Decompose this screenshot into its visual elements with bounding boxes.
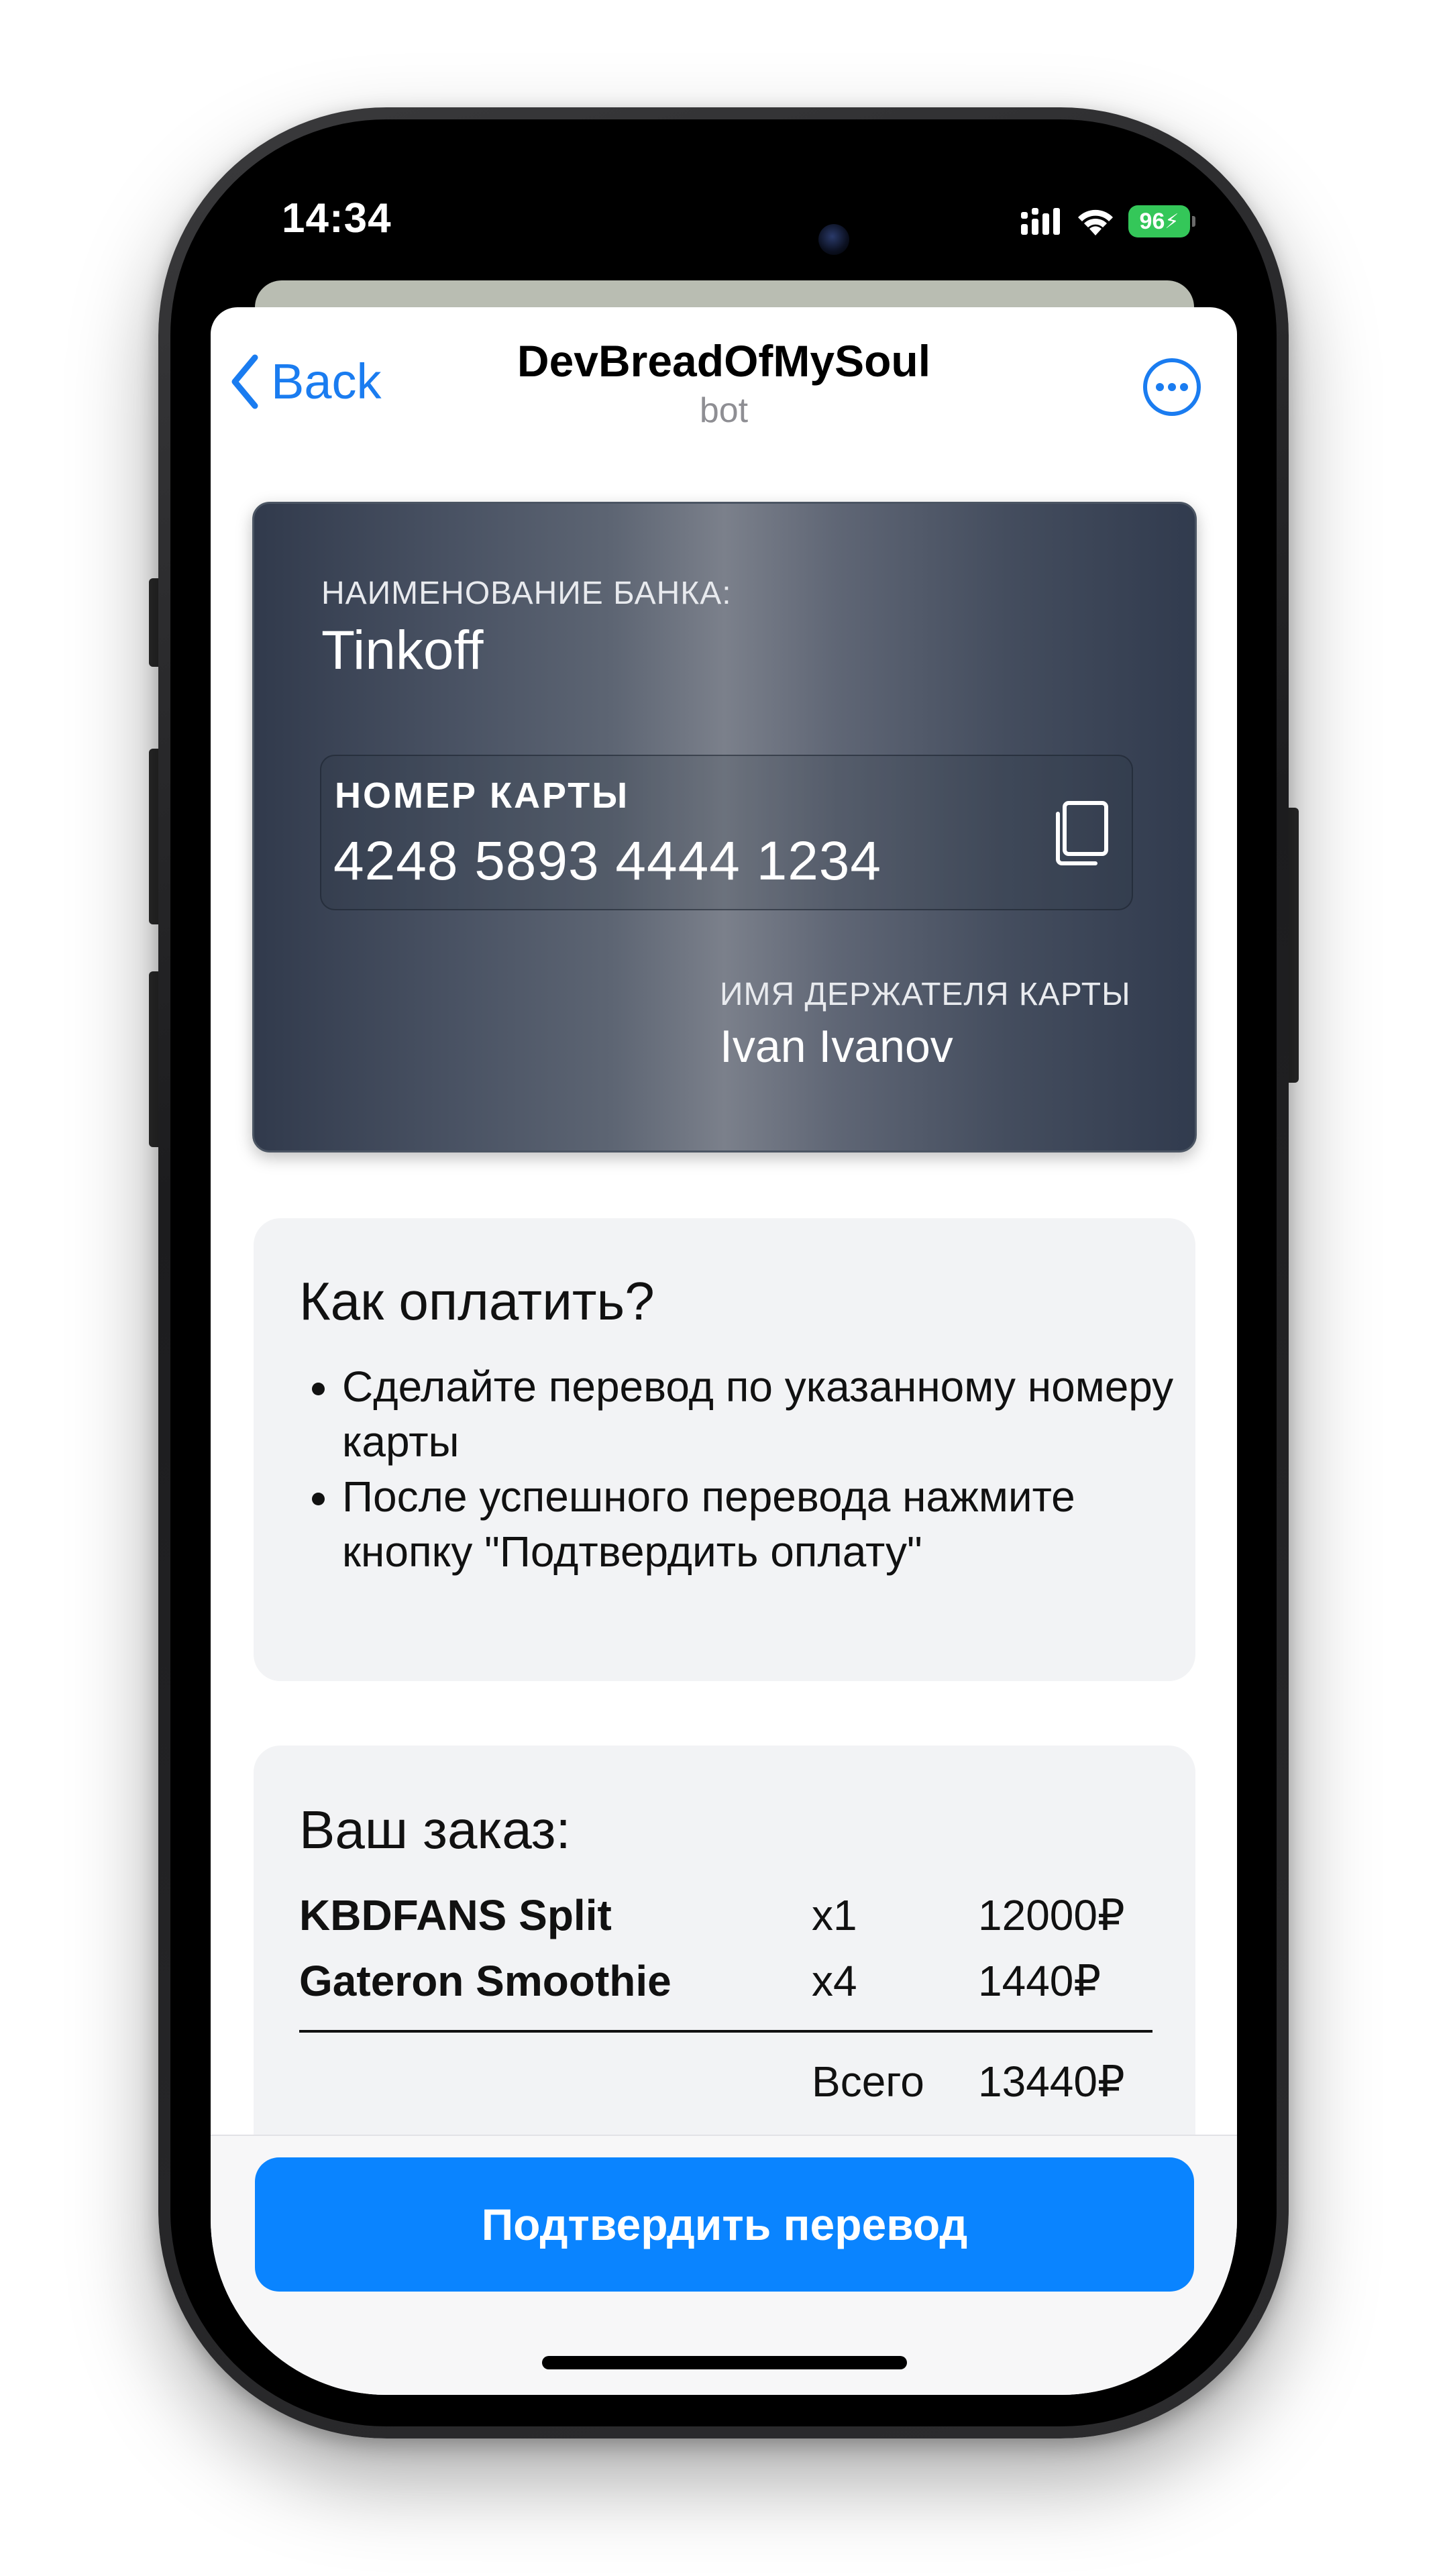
item-price: 12000₽ <box>978 1891 1125 1939</box>
order-divider <box>299 2030 1152 2033</box>
card-number: 4248 5893 4444 1234 <box>333 830 882 892</box>
more-options-button[interactable] <box>1142 357 1202 417</box>
home-indicator[interactable] <box>542 2356 907 2369</box>
total-label: Всего <box>812 2057 924 2106</box>
bank-name-label: НАИМЕНОВАНИЕ БАНКА: <box>321 576 732 611</box>
item-qty: x4 <box>812 1957 857 2005</box>
charging-bolt-icon: ⚡ <box>1165 210 1179 233</box>
item-qty: x1 <box>812 1891 857 1939</box>
bank-name: Tinkoff <box>321 620 484 681</box>
status-icons: 96 ⚡ <box>1020 201 1195 241</box>
bank-card: НАИМЕНОВАНИЕ БАНКА: Tinkoff НОМЕР КАРТЫ … <box>252 502 1197 1152</box>
copy-icon[interactable] <box>1049 799 1113 869</box>
cellular-signal-icon <box>1021 208 1060 235</box>
page: 14:34 96 ⚡ Back DevBreadOfMySoul bot НАИ… <box>0 0 1449 2576</box>
order-item-row: KBDFANS Split x1 12000₽ <box>299 1890 1158 1944</box>
card-number-label: НОМЕР КАРТЫ <box>335 775 630 816</box>
card-holder-name: Ivan Ivanov <box>720 1021 953 1072</box>
wifi-icon <box>1078 209 1113 235</box>
mini-app-window: Back DevBreadOfMySoul bot НАИМЕНОВАНИЕ Б… <box>211 307 1237 2395</box>
confirm-transfer-button[interactable]: Подтвердить перевод <box>255 2157 1194 2292</box>
item-name: Gateron Smoothie <box>299 1957 672 2005</box>
bottom-bar: Подтвердить перевод <box>211 2135 1237 2395</box>
how-to-pay-title: Как оплатить? <box>299 1271 655 1331</box>
order-summary: Ваш заказ: KBDFANS Split x1 12000₽ Gater… <box>254 1746 1195 2175</box>
list-item: После успешного перевода нажмите кнопку … <box>342 1469 1208 1579</box>
bot-title: DevBreadOfMySoul <box>517 336 931 386</box>
battery-level: 96 <box>1139 208 1165 234</box>
total-value: 13440₽ <box>978 2057 1125 2106</box>
item-name: KBDFANS Split <box>299 1891 612 1939</box>
how-to-pay-section: Как оплатить? Сделайте перевод по указан… <box>254 1218 1195 1681</box>
order-total-row: Всего 13440₽ <box>299 2057 1158 2110</box>
item-price: 1440₽ <box>978 1957 1102 2005</box>
order-title: Ваш заказ: <box>299 1800 571 1860</box>
list-item: Сделайте перевод по указанному номеру ка… <box>342 1359 1208 1469</box>
app-header: Back DevBreadOfMySoul bot <box>211 307 1237 462</box>
status-time: 14:34 <box>282 195 392 241</box>
card-holder-label: ИМЯ ДЕРЖАТЕЛЯ КАРТЫ <box>720 977 1131 1012</box>
bot-subtitle: bot <box>699 391 749 430</box>
how-to-pay-steps: Сделайте перевод по указанному номеру ка… <box>299 1359 1208 1579</box>
card-number-box[interactable]: НОМЕР КАРТЫ 4248 5893 4444 1234 <box>320 755 1133 910</box>
battery-icon: 96 ⚡ <box>1128 205 1195 237</box>
front-camera <box>818 224 849 255</box>
order-item-row: Gateron Smoothie x4 1440₽ <box>299 1956 1158 2010</box>
